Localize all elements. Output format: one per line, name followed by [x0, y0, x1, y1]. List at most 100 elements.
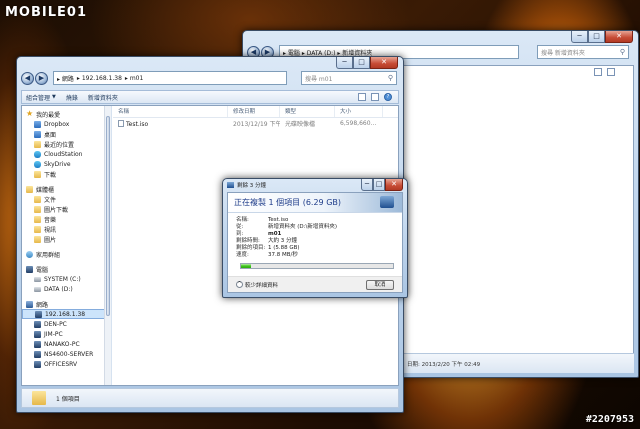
- maximize-button[interactable]: □: [588, 31, 605, 43]
- copy-progress-bar: [240, 263, 394, 269]
- star-icon: ★: [26, 109, 34, 118]
- nav-item-dropbox[interactable]: Dropbox: [22, 119, 111, 129]
- dialog-content: 正在複製 1 個項目 (6.29 GB) 名稱: Test.iso 從: 新增資料夾…: [227, 192, 403, 293]
- nav-network[interactable]: 網路: [22, 299, 111, 309]
- copy-icon: [380, 196, 394, 208]
- nav-group-network: 網路 192.168.1.38 DEN-PC JIM-PC NANAKO-PC …: [22, 299, 111, 369]
- fewer-details-link[interactable]: 較少詳細資料: [245, 281, 278, 289]
- dropbox-icon: [34, 120, 41, 128]
- nav-item-192-168-1-38[interactable]: 192.168.1.38: [22, 309, 111, 319]
- column-header-name[interactable]: 名稱: [113, 106, 228, 117]
- nav-item-nanako-pc[interactable]: NANAKO-PC: [22, 339, 111, 349]
- computer-icon: [34, 340, 41, 348]
- help-icon[interactable]: ?: [384, 93, 392, 101]
- nav-item-downloads[interactable]: 下載: [22, 169, 111, 179]
- search-input-front[interactable]: 搜尋 m01 ⚲: [301, 71, 397, 85]
- nav-item-documents[interactable]: 文件: [22, 194, 111, 204]
- new-folder-button[interactable]: 新增資料夾: [88, 93, 118, 102]
- minimize-button[interactable]: ─: [361, 179, 373, 191]
- forward-arrow-icon[interactable]: ▶: [35, 72, 48, 85]
- nav-item-drive-d[interactable]: DATA (D:): [22, 284, 111, 294]
- chevron-down-icon: ▼: [52, 94, 56, 100]
- nav-item-jim-pc[interactable]: JIM-PC: [22, 329, 111, 339]
- nav-favorites[interactable]: ★ 我的最愛: [22, 109, 111, 119]
- address-bar-front[interactable]: ▸ 網路 ▸ 192.168.1.38 ▸ m01: [53, 71, 287, 85]
- nav-item-ns4600-server[interactable]: NS4600-SERVER: [22, 349, 111, 359]
- view-icons-back: [594, 68, 615, 76]
- copy-icon: [227, 182, 234, 188]
- nav-scrollbar[interactable]: [104, 106, 111, 385]
- pictures-icon: [34, 235, 41, 243]
- copy-details: 名稱: Test.iso 從: 新增資料夾 (D:\新增資料夾) 到: m01 剩餘時…: [228, 213, 402, 259]
- nav-item-videos[interactable]: 視訊: [22, 224, 111, 234]
- scrollbar-thumb[interactable]: [106, 116, 110, 316]
- nav-item-drive-c[interactable]: SYSTEM (C:): [22, 274, 111, 284]
- drive-icon: [34, 276, 41, 282]
- preview-pane-icon[interactable]: [371, 93, 379, 101]
- search-icon: ⚲: [387, 74, 393, 82]
- pictures-icon: [34, 205, 41, 213]
- nav-computer[interactable]: 電腦: [22, 264, 111, 274]
- documents-icon: [34, 195, 41, 203]
- nav-item-officesrv[interactable]: OFFICESRV: [22, 359, 111, 369]
- file-row[interactable]: Test.iso 2013/12/19 下午 ... 光碟映像檔 6,598,6…: [113, 118, 398, 129]
- organize-button[interactable]: 組合管理 ▼: [26, 93, 56, 102]
- progress-fill: [241, 264, 251, 268]
- preview-pane-icon[interactable]: [607, 68, 615, 76]
- nav-item-skydrive[interactable]: SkyDrive: [22, 159, 111, 169]
- nav-item-pictures[interactable]: 圖片: [22, 234, 111, 244]
- close-button[interactable]: ✕: [385, 179, 403, 191]
- view-mode-icon[interactable]: [594, 68, 602, 76]
- detail-row-speed: 速度: 37.8 MB/秒: [236, 252, 298, 258]
- drive-icon: [34, 286, 41, 292]
- column-header-size[interactable]: 大小: [335, 106, 383, 117]
- file-size: 6,598,660...: [340, 120, 377, 127]
- nav-group-favorites: ★ 我的最愛 Dropbox 桌面 最近的位置 CloudStation SkyD…: [22, 109, 111, 179]
- search-input-back[interactable]: 搜尋 新增資料夾 ⚲: [537, 45, 629, 59]
- copy-progress-dialog[interactable]: 剩餘 3 分鐘 ─ □ ✕ 正在複製 1 個項目 (6.29 GB) 名稱: Te…: [222, 178, 408, 298]
- search-icon: ⚲: [619, 48, 625, 56]
- network-icon: [26, 300, 33, 308]
- logo-text: MOBILE01: [5, 4, 87, 20]
- dialog-caption-buttons: ─ □ ✕: [361, 179, 403, 192]
- nav-group-homegroup: 家用群組: [22, 249, 111, 259]
- file-modified: 2013/12/19 下午 ...: [233, 121, 280, 128]
- navigation-pane: ★ 我的最愛 Dropbox 桌面 最近的位置 CloudStation SkyD…: [22, 106, 112, 385]
- library-icon: [26, 185, 33, 193]
- detail-row-from: 從: 新增資料夾 (D:\新增資料夾): [236, 224, 337, 230]
- view-mode-icon[interactable]: [358, 93, 366, 101]
- cancel-button[interactable]: 取消: [366, 280, 394, 290]
- nav-item-recent[interactable]: 最近的位置: [22, 139, 111, 149]
- command-bar: 組合管理 ▼ 燒錄 新增資料夾 ?: [21, 90, 399, 104]
- column-headers: 名稱 修改日期 類型 大小: [113, 106, 398, 118]
- watermark: #2207953: [585, 414, 634, 425]
- nav-bar-front: ◀ ▶ ▸ 網路 ▸ 192.168.1.38 ▸ m01 搜尋 m01 ⚲: [17, 57, 403, 87]
- dialog-title: 剩餘 3 分鐘: [237, 183, 266, 189]
- downloads-icon: [34, 170, 41, 178]
- nav-item-picture-downloads[interactable]: 圖片下載: [22, 204, 111, 214]
- folder-icon: [32, 391, 46, 405]
- desktop-icon: [34, 130, 41, 138]
- address-part[interactable]: ▸ 192.168.1.38: [77, 75, 122, 82]
- close-button[interactable]: ✕: [605, 31, 633, 43]
- back-arrow-icon[interactable]: ◀: [21, 72, 34, 85]
- address-part[interactable]: ▸ m01: [125, 75, 143, 82]
- column-header-modified[interactable]: 修改日期: [228, 106, 280, 117]
- nav-group-libraries: 媒體櫃 文件 圖片下載 音樂 視訊 圖片: [22, 184, 111, 244]
- column-header-type[interactable]: 類型: [280, 106, 335, 117]
- skydrive-icon: [34, 160, 41, 168]
- file-name: Test.iso: [126, 120, 149, 128]
- nav-homegroup[interactable]: 家用群組: [22, 249, 111, 259]
- address-part[interactable]: ▸ 網路: [57, 74, 74, 83]
- nav-item-cloudstation[interactable]: CloudStation: [22, 149, 111, 159]
- nav-item-den-pc[interactable]: DEN-PC: [22, 319, 111, 329]
- nav-item-music[interactable]: 音樂: [22, 214, 111, 224]
- chevron-up-icon[interactable]: ^: [236, 281, 243, 288]
- cloudstation-icon: [34, 150, 41, 158]
- nav-item-desktop[interactable]: 桌面: [22, 129, 111, 139]
- minimize-button[interactable]: ─: [571, 31, 588, 43]
- maximize-button[interactable]: □: [373, 179, 385, 191]
- nav-libraries[interactable]: 媒體櫃: [22, 184, 111, 194]
- computer-icon: [34, 330, 41, 338]
- burn-button[interactable]: 燒錄: [66, 93, 78, 102]
